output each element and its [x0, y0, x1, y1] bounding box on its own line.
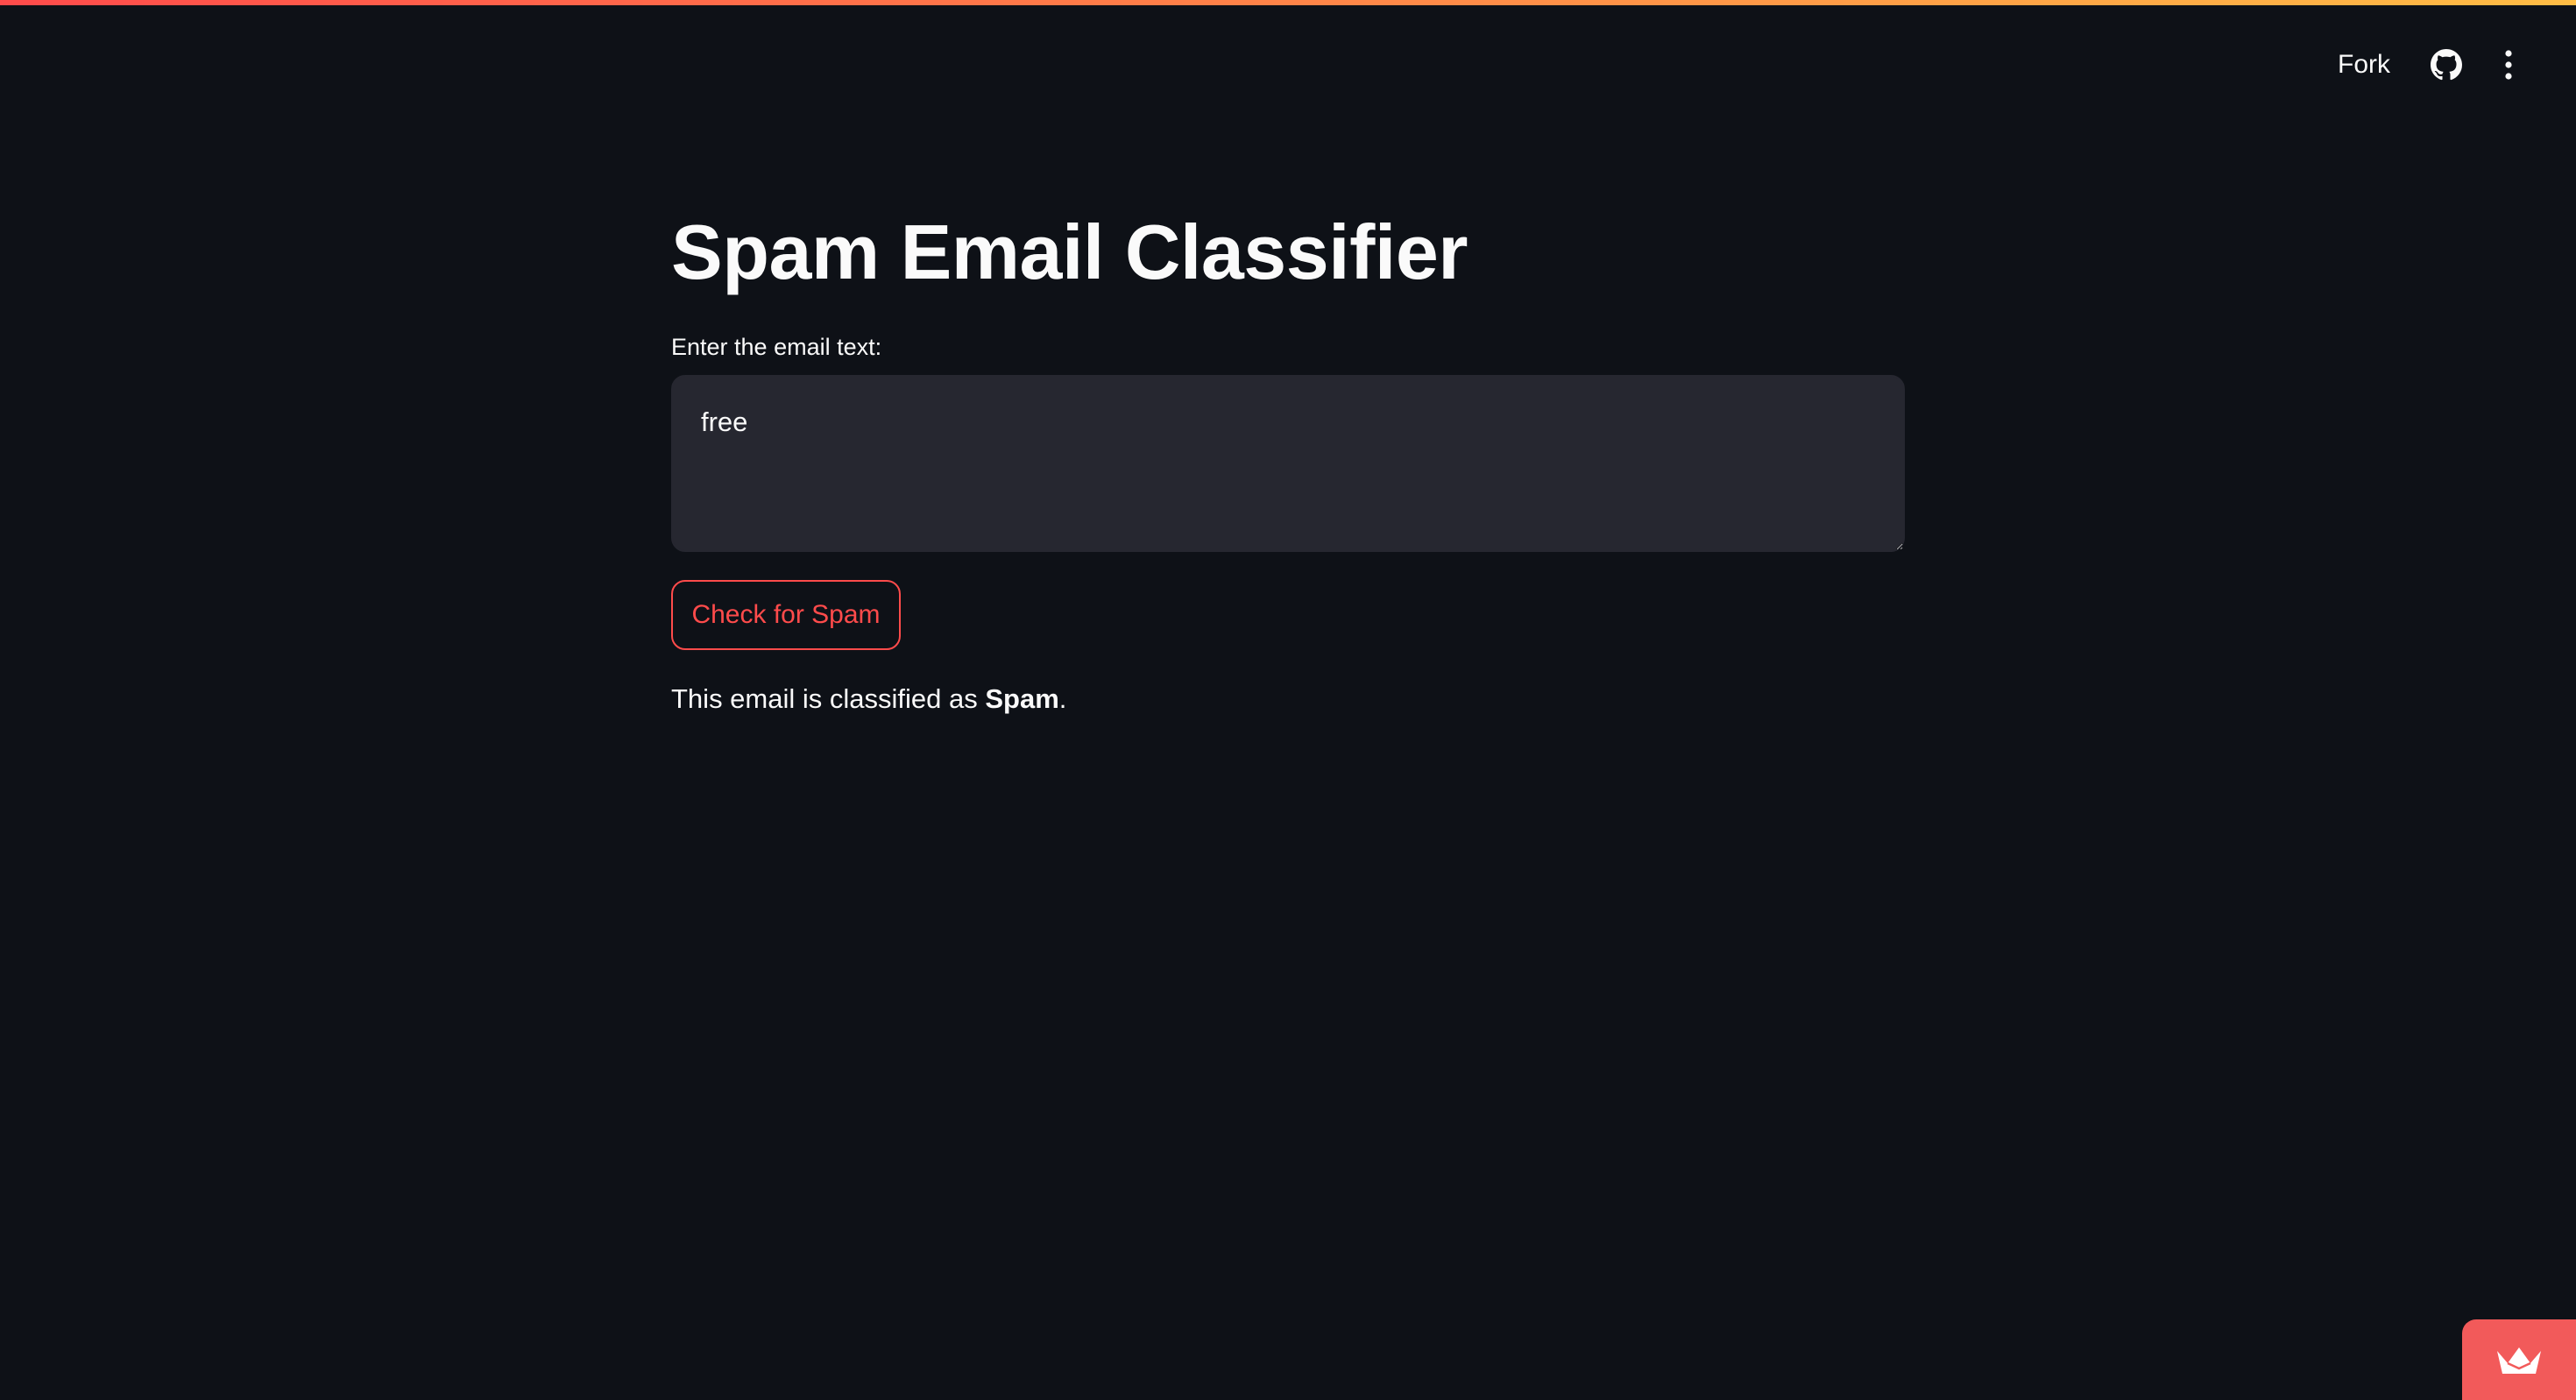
- email-input-label: Enter the email text:: [671, 334, 882, 360]
- fork-button[interactable]: Fork: [2338, 46, 2390, 84]
- streamlit-crown-icon: [2497, 1347, 2541, 1374]
- github-icon[interactable]: [2431, 49, 2462, 81]
- classification-result: This email is classified as Spam.: [671, 678, 1066, 720]
- result-value: Spam: [985, 683, 1059, 714]
- result-prefix: This email is classified as: [671, 683, 986, 714]
- page-title: Spam Email Classifier: [671, 209, 1468, 295]
- check-for-spam-button[interactable]: Check for Spam: [671, 580, 901, 650]
- result-suffix: .: [1058, 683, 1067, 714]
- email-text-input[interactable]: free: [671, 375, 1905, 552]
- app-header: Fork: [0, 0, 2576, 105]
- streamlit-badge[interactable]: [2462, 1319, 2576, 1400]
- more-vertical-icon[interactable]: [2494, 47, 2523, 82]
